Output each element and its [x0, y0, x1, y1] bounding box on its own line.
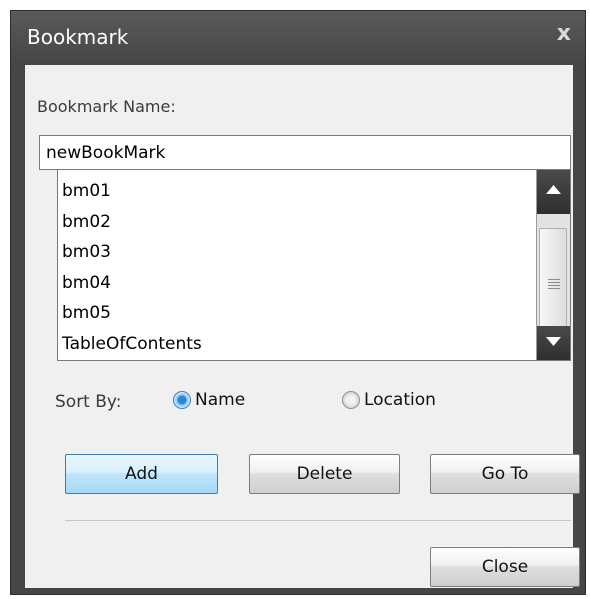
add-button[interactable]: Add — [65, 454, 218, 494]
bookmark-list-item[interactable]: bm04 — [58, 268, 536, 299]
bookmark-list-item[interactable]: bm03 — [58, 237, 536, 268]
scroll-down-button[interactable] — [537, 326, 570, 360]
delete-button[interactable]: Delete — [249, 454, 400, 494]
grip-lines-icon — [548, 279, 560, 280]
go-to-button[interactable]: Go To — [430, 454, 580, 494]
bookmark-name-input[interactable] — [39, 135, 571, 170]
title-bar[interactable]: Bookmark x — [11, 11, 585, 66]
sort-by-name-label: Name — [195, 390, 246, 410]
separator — [65, 520, 571, 521]
close-button[interactable]: Close — [430, 547, 580, 587]
scroll-up-button[interactable] — [537, 170, 570, 214]
radio-unselected-icon[interactable] — [342, 391, 360, 409]
sort-by-location-label: Location — [364, 390, 436, 410]
bookmark-list-items: bm01 bm02 bm03 bm04 bm05 TableOfContents — [58, 170, 536, 360]
dialog-title: Bookmark — [27, 25, 129, 49]
sort-by-name-radio[interactable]: Name — [173, 390, 245, 410]
radio-selected-icon[interactable] — [173, 391, 191, 409]
grip-lines-icon — [548, 285, 560, 286]
bookmark-name-label: Bookmark Name: — [37, 97, 176, 116]
scroll-thumb[interactable] — [539, 228, 567, 338]
list-scrollbar[interactable] — [536, 170, 570, 360]
grip-lines-icon — [548, 282, 560, 283]
bookmark-dialog: Bookmark x Bookmark Name: bm01 bm02 bm03… — [10, 10, 586, 595]
bookmark-list[interactable]: bm01 bm02 bm03 bm04 bm05 TableOfContents — [57, 169, 571, 361]
bookmark-list-item[interactable]: bm05 — [58, 298, 536, 329]
triangle-down-icon — [546, 337, 561, 346]
bookmark-list-item[interactable]: bm01 — [58, 176, 536, 207]
dialog-body: Bookmark Name: bm01 bm02 bm03 bm04 bm05 … — [25, 65, 580, 588]
triangle-up-icon — [546, 185, 561, 194]
bookmark-list-item[interactable]: bm02 — [58, 207, 536, 238]
sort-by-label: Sort By: — [55, 392, 122, 412]
close-icon[interactable]: x — [557, 23, 571, 45]
bookmark-list-item[interactable]: TableOfContents — [58, 329, 536, 360]
sort-by-location-radio[interactable]: Location — [342, 390, 436, 410]
grip-lines-icon — [548, 288, 560, 289]
